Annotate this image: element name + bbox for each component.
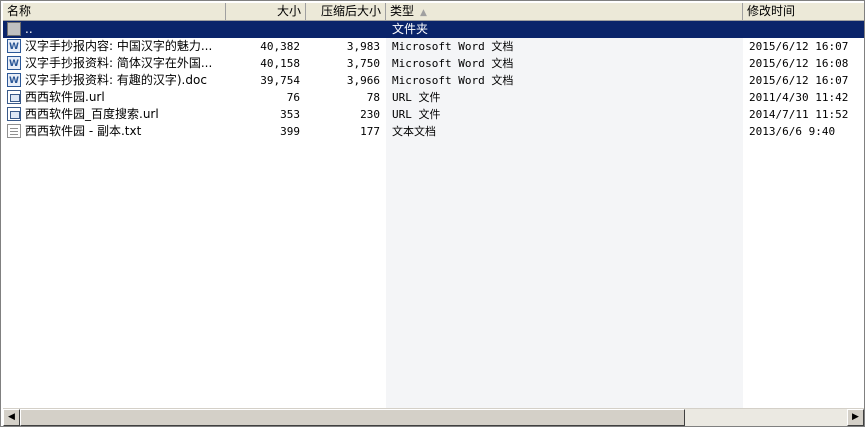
cell-modified: 2011/4/30 11:42 xyxy=(749,91,849,104)
cell-type: URL 文件 xyxy=(392,108,441,121)
text-document-icon xyxy=(7,124,21,138)
url-shortcut-icon xyxy=(7,107,21,121)
cell-type: Microsoft Word 文档 xyxy=(392,40,514,53)
table-row[interactable]: 汉字手抄报资料: 简体汉字在外国... 40,158 3,750 Microsoft … xyxy=(3,55,864,73)
column-header-type-label: 类型 xyxy=(390,4,415,18)
cell-size: 76 xyxy=(286,91,300,104)
cell-size: 353 xyxy=(280,108,300,121)
cell-compressed-size: 177 xyxy=(360,125,380,138)
scroll-right-button[interactable]: ▶ xyxy=(847,409,864,426)
cell-type: URL 文件 xyxy=(392,91,441,104)
cell-name: 西西软件园_百度搜索.url xyxy=(25,107,159,121)
cell-compressed-size: 230 xyxy=(360,108,380,121)
cell-name: 汉字手抄报内容: 中国汉字的魅力... xyxy=(25,39,213,53)
table-row[interactable]: 西西软件园.url 76 78 URL 文件 2011/4/30 11:42 xyxy=(3,89,864,106)
scroll-left-button[interactable]: ◀ xyxy=(3,409,20,426)
cell-name: .. xyxy=(25,22,33,36)
word-document-icon xyxy=(7,39,21,56)
cell-name: 汉字手抄报资料: 有趣的汉字).doc xyxy=(25,73,207,87)
cell-compressed-size: 3,750 xyxy=(346,57,380,70)
cell-modified: 2015/6/12 16:08 xyxy=(749,57,849,70)
cell-name: 西西软件园.url xyxy=(25,90,105,104)
cell-compressed-size: 3,966 xyxy=(346,74,380,87)
file-list-view: 名称 大小 压缩后大小 类型 ▲ 修改时间 .. 文件夹汉字手抄报内容: 中国汉字的… xyxy=(0,0,865,427)
horizontal-scrollbar[interactable]: ◀ ▶ xyxy=(3,408,864,426)
cell-modified xyxy=(749,21,861,38)
scrollbar-thumb[interactable] xyxy=(20,409,685,426)
cell-type: Microsoft Word 文档 xyxy=(392,57,514,70)
column-header-bar: 名称 大小 压缩后大小 类型 ▲ 修改时间 xyxy=(3,3,864,21)
column-header-modified[interactable]: 修改时间 xyxy=(743,3,864,20)
table-row[interactable]: .. 文件夹 xyxy=(3,21,864,38)
table-row[interactable]: 西西软件园_百度搜索.url 353 230 URL 文件 2014/7/11 11:5… xyxy=(3,106,864,123)
cell-size xyxy=(226,21,300,38)
column-header-compressed-size[interactable]: 压缩后大小 xyxy=(306,3,386,20)
word-document-icon xyxy=(7,73,21,90)
cell-modified: 2015/6/12 16:07 xyxy=(749,40,849,53)
cell-compressed-size: 78 xyxy=(366,91,380,104)
cell-size: 39,754 xyxy=(260,74,300,87)
cell-modified: 2013/6/6 9:40 xyxy=(749,125,836,138)
cell-name: 西西软件园 - 副本.txt xyxy=(25,124,142,138)
file-rows: .. 文件夹汉字手抄报内容: 中国汉字的魅力... 40,382 3,983 Micro… xyxy=(3,21,864,408)
cell-size: 40,382 xyxy=(260,40,300,53)
cell-name: 汉字手抄报资料: 简体汉字在外国... xyxy=(25,56,213,70)
cell-compressed-size xyxy=(306,21,380,38)
cell-size: 40,158 xyxy=(260,57,300,70)
cell-modified: 2014/7/11 11:52 xyxy=(749,108,849,121)
cell-type: 文件夹 xyxy=(392,22,429,36)
table-row[interactable]: 汉字手抄报资料: 有趣的汉字).doc 39,754 3,966 Microsoft … xyxy=(3,72,864,90)
table-row[interactable]: 汉字手抄报内容: 中国汉字的魅力... 40,382 3,983 Microsoft … xyxy=(3,38,864,56)
cell-type: 文本文档 xyxy=(392,125,436,138)
word-document-icon xyxy=(7,56,21,73)
parent-folder-icon xyxy=(7,22,21,36)
column-header-name[interactable]: 名称 xyxy=(3,3,226,20)
table-row[interactable]: 西西软件园 - 副本.txt 399 177 文本文档 2013/6/6 9:40 xyxy=(3,123,864,140)
cell-modified: 2015/6/12 16:07 xyxy=(749,74,849,87)
url-shortcut-icon xyxy=(7,90,21,104)
cell-size: 399 xyxy=(280,125,300,138)
column-header-type[interactable]: 类型 ▲ xyxy=(386,3,743,20)
cell-type: Microsoft Word 文档 xyxy=(392,74,514,87)
column-header-size[interactable]: 大小 xyxy=(226,3,306,20)
cell-compressed-size: 3,983 xyxy=(346,40,380,53)
sort-ascending-icon: ▲ xyxy=(420,8,427,18)
